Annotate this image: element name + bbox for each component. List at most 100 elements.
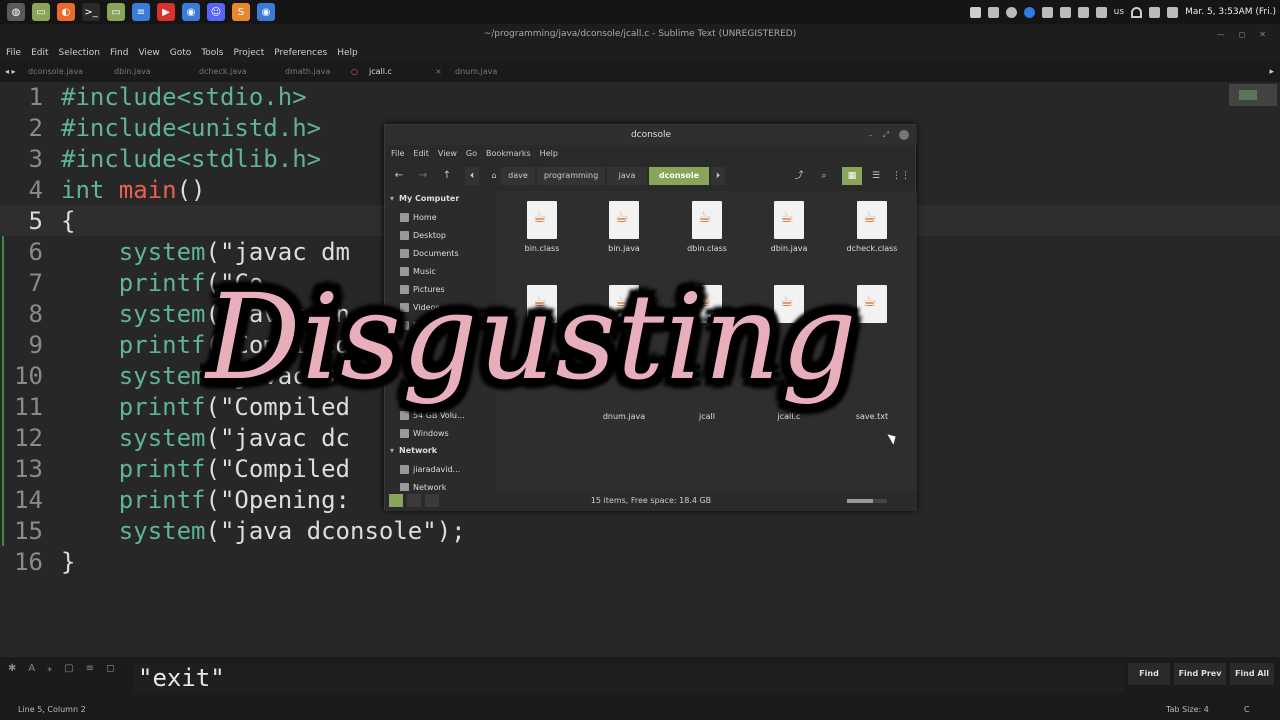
forward-icon[interactable]: → (415, 167, 431, 185)
menu-item-help[interactable]: Help (337, 48, 358, 58)
path-toggle-icon[interactable]: ⤴ (789, 167, 809, 185)
fm-menu-bookmarks[interactable]: Bookmarks (486, 149, 531, 158)
back-icon[interactable]: ← (391, 167, 407, 185)
sublime-icon[interactable]: S (232, 3, 250, 21)
tab-dconsole-java[interactable]: dconsole.java (28, 62, 83, 82)
maximize-icon[interactable]: ◻ (1239, 30, 1246, 39)
find-prev-button[interactable]: Find Prev (1174, 663, 1226, 685)
breadcrumb-right-icon[interactable]: ⏵ (711, 167, 725, 185)
up-icon[interactable]: ↑ (439, 167, 455, 185)
menu-item-edit[interactable]: Edit (31, 48, 48, 58)
menu-item-preferences[interactable]: Preferences (274, 48, 327, 58)
fm-close-icon[interactable] (899, 130, 909, 140)
menu-icon[interactable]: ◍ (7, 3, 25, 21)
sidebar-item-documents[interactable]: Documents (400, 246, 459, 260)
fm-menu-edit[interactable]: Edit (413, 149, 429, 158)
clipboard-tray-icon[interactable] (1041, 6, 1053, 18)
breadcrumb-left-icon[interactable]: ⏴ (465, 167, 479, 185)
menu-item-view[interactable]: View (138, 48, 159, 58)
grid-view-icon[interactable]: ▦ (842, 167, 862, 185)
file-item[interactable]: bin.class (502, 201, 582, 253)
fm-menu-file[interactable]: File (391, 149, 404, 158)
regex-toggle-icon[interactable]: ✱ (8, 663, 16, 674)
menu-item-selection[interactable]: Selection (59, 48, 100, 58)
tree-pane-icon[interactable] (407, 494, 421, 507)
steam-tray-icon[interactable] (1005, 6, 1017, 18)
tab-close-icon[interactable]: × (435, 62, 442, 82)
whole-word-toggle-icon[interactable]: ⁎ (47, 663, 52, 674)
case-toggle-icon[interactable]: A (28, 663, 35, 674)
find-all-button[interactable]: Find All (1230, 663, 1274, 685)
folder-icon[interactable]: ▭ (107, 3, 125, 21)
file-item[interactable]: dbin.class (667, 201, 747, 253)
zoom-slider[interactable] (847, 499, 887, 503)
file-item[interactable]: dcheck.class (832, 201, 912, 253)
firefox-icon[interactable]: ◐ (57, 3, 75, 21)
sidebar-network-item[interactable]: jiaradavid... (400, 462, 460, 476)
lock-tray-icon[interactable] (1059, 6, 1071, 18)
camera-icon[interactable]: ◉ (257, 3, 275, 21)
tab-size[interactable]: Tab Size: 4 (1166, 705, 1209, 714)
in-selection-toggle-icon[interactable]: ≡ (86, 663, 94, 674)
fm-menu-help[interactable]: Help (540, 149, 558, 158)
fm-minimize-icon[interactable]: – (869, 131, 873, 140)
minimize-icon[interactable]: — (1217, 30, 1225, 39)
tab-dmath-java[interactable]: dmath.java (285, 62, 330, 82)
writer-icon[interactable]: ≡ (132, 3, 150, 21)
menu-item-goto[interactable]: Goto (170, 48, 192, 58)
discord-icon[interactable]: ☺ (207, 3, 225, 21)
discord-tray-icon[interactable] (969, 6, 981, 18)
tab-dirty-icon[interactable]: ○ (351, 62, 358, 82)
clock[interactable]: Mar. 5, 3:53AM (Fri.) (1185, 7, 1276, 17)
terminal-icon[interactable]: >_ (82, 3, 100, 21)
keyboard-layout[interactable]: us (1114, 7, 1124, 17)
fm-maximize-icon[interactable]: ⤢ (883, 130, 889, 140)
tab-overflow-icon[interactable]: ▸ (1269, 62, 1274, 82)
tab-scroll-arrows-icon[interactable]: ◂ ▸ (5, 62, 16, 82)
shield-tray-icon[interactable] (1077, 6, 1089, 18)
compact-view-icon[interactable]: ⋮⋮ (891, 167, 911, 185)
printer-tray-icon[interactable] (1095, 6, 1107, 18)
file-item[interactable]: bin.java (584, 201, 664, 253)
fm-menu-view[interactable]: View (438, 149, 457, 158)
sidebar-section-my-computer[interactable]: My Computer (390, 194, 459, 203)
highlight-toggle-icon[interactable]: ◻ (106, 663, 114, 674)
code-token: system (61, 238, 206, 266)
file-item[interactable]: dbin.java (749, 201, 829, 253)
hide-pane-icon[interactable] (425, 494, 439, 507)
search-icon[interactable]: ⌕ (814, 167, 834, 185)
screenshot-icon[interactable]: ◉ (182, 3, 200, 21)
calendar-icon[interactable] (1167, 6, 1179, 18)
menu-item-project[interactable]: Project (233, 48, 264, 58)
files-icon[interactable]: ▭ (32, 3, 50, 21)
sidebar-item-home[interactable]: Home (400, 210, 437, 224)
list-view-icon[interactable]: ☰ (866, 167, 886, 185)
find-input[interactable]: "exit" (134, 663, 1124, 693)
breadcrumb-dconsole[interactable]: dconsole (649, 167, 709, 185)
minimap[interactable] (1229, 84, 1277, 106)
sidebar-section-network[interactable]: Network (390, 446, 437, 455)
sidebar-network-item[interactable]: Network (400, 480, 446, 491)
tab-jcall-c[interactable]: jcall.c (369, 62, 392, 82)
sidebar-item-desktop[interactable]: Desktop (400, 228, 446, 242)
wrap-toggle-icon[interactable]: ▢ (64, 663, 73, 674)
teamviewer-tray-icon[interactable] (1023, 6, 1035, 18)
tab-dnum-java[interactable]: dnum.java (455, 62, 497, 82)
wifi-icon[interactable] (1131, 6, 1143, 18)
menu-item-tools[interactable]: Tools (201, 48, 223, 58)
tab-dcheck-java[interactable]: dcheck.java (199, 62, 247, 82)
youtube-icon[interactable]: ▶ (157, 3, 175, 21)
breadcrumb-programming[interactable]: programming (537, 167, 605, 185)
tab-dbin-java[interactable]: dbin.java (114, 62, 151, 82)
breadcrumb-dave[interactable]: dave (501, 167, 535, 185)
breadcrumb-java[interactable]: java (607, 167, 647, 185)
fm-menu-go[interactable]: Go (466, 149, 477, 158)
screenshot-tray-icon[interactable] (987, 6, 999, 18)
syntax-mode[interactable]: C (1244, 705, 1250, 714)
menu-item-file[interactable]: File (6, 48, 21, 58)
volume-icon[interactable] (1149, 6, 1161, 18)
close-icon[interactable]: ✕ (1259, 30, 1266, 39)
places-pane-icon[interactable] (389, 494, 403, 507)
find-button[interactable]: Find (1128, 663, 1170, 685)
menu-item-find[interactable]: Find (110, 48, 128, 58)
